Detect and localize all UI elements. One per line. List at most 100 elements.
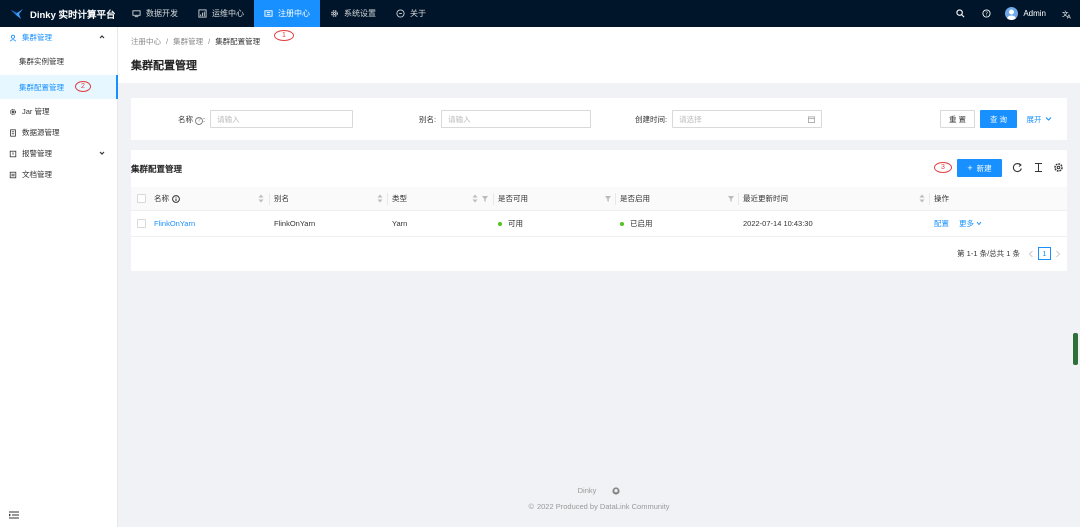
gear-icon (331, 10, 338, 17)
enabled-status: 已启用 (620, 211, 653, 236)
expand-toggle[interactable]: 展开 (1023, 110, 1055, 128)
available-status: 可用 (498, 211, 523, 236)
row-checkbox[interactable] (137, 219, 146, 228)
footer-brand[interactable]: Dinky (578, 486, 597, 495)
column-header-type: 类型 (392, 194, 407, 203)
info-icon (396, 9, 405, 18)
pagination: 第 1-1 条/总共 1 条 1 (957, 247, 1061, 260)
created-time-picker[interactable]: 请选择 (672, 110, 823, 128)
sidebar-item-label: 集群管理 (22, 33, 52, 42)
top-navigation-bar: Dinky 实时计算平台 数据开发 运维中心 注册中心 系统设置 关于 ? Ad… (0, 0, 1080, 27)
cluster-config-table-card: 集群配置管理 3 + 新建 名称 别名 类型 是否可用 是否启用 最近更新时间 … (131, 150, 1067, 271)
setting-icon[interactable] (1053, 162, 1064, 173)
sidebar-item-label: 集群实例管理 (19, 57, 64, 66)
table-header: 名称 别名 类型 是否可用 是否启用 最近更新时间 操作 (131, 187, 1067, 211)
footer: Dinky © 2022 Produced by DataLink Commun… (118, 480, 1080, 520)
question-circle-icon[interactable]: ? (195, 116, 203, 125)
name-input[interactable]: 请输入 (210, 110, 354, 128)
chevron-down-icon (976, 221, 982, 226)
page-scrollbar[interactable] (1073, 333, 1078, 365)
column-height-icon[interactable] (1033, 162, 1044, 173)
sidebar-item-datasource[interactable]: 数据源管理 (0, 122, 117, 143)
sidebar-item-label: 报警管理 (22, 149, 52, 158)
sidebar-item-alarm[interactable]: 报警管理 (0, 143, 117, 164)
filter-icon[interactable] (605, 196, 611, 202)
user-avatar-icon (1007, 9, 1017, 20)
chevron-left-icon[interactable] (1028, 250, 1034, 258)
alarm-icon (9, 150, 17, 157)
new-button-label: 新建 (976, 163, 992, 173)
new-button[interactable]: + 新建 (957, 159, 1002, 177)
sidebar-item-cluster-config[interactable]: 集群配置管理 2 (0, 75, 118, 99)
name-label: 名称?: (178, 114, 206, 125)
breadcrumb-item[interactable]: 集群管理 (173, 37, 203, 46)
query-button[interactable]: 查 询 (980, 110, 1017, 128)
column-header-updated: 最近更新时间 (743, 194, 788, 203)
main-nav: 数据开发 运维中心 注册中心 系统设置 关于 (122, 0, 436, 27)
cluster-name-link[interactable]: FlinkOnYarn (154, 211, 195, 236)
column-header-available: 是否可用 (498, 194, 528, 203)
filter-icon[interactable] (728, 196, 734, 202)
gear-icon (10, 108, 16, 115)
chevron-right-icon[interactable] (1055, 250, 1061, 258)
document-icon (9, 171, 17, 178)
pagination-summary: 第 1-1 条/总共 1 条 (957, 249, 1020, 258)
updated-time: 2022-07-14 10:43:30 (743, 219, 813, 228)
sidebar-item-cluster-management[interactable]: 集群管理 (0, 27, 117, 48)
select-all-checkbox[interactable] (137, 194, 146, 203)
config-action-link[interactable]: 配置 (934, 211, 949, 236)
sidebar-item-cluster-instance[interactable]: 集群实例管理 (0, 51, 117, 72)
sidebar-item-docs[interactable]: 文档管理 (0, 164, 117, 185)
nav-item-ops-center[interactable]: 运维中心 (188, 0, 254, 27)
user-menu[interactable]: Admin (1005, 7, 1046, 20)
language-switch-button[interactable]: 文A (1054, 0, 1080, 27)
sort-icon[interactable] (919, 194, 925, 203)
nav-item-label: 运维中心 (212, 9, 244, 18)
calendar-icon (808, 116, 816, 123)
alias-field: 别名: 请输入 (419, 110, 592, 128)
breadcrumb-item[interactable]: 注册中心 (131, 37, 161, 46)
copyright-icon: © (528, 502, 534, 511)
sidebar-item-label: 文档管理 (22, 170, 52, 179)
sort-icon[interactable] (377, 194, 383, 203)
nav-item-data-development[interactable]: 数据开发 (122, 0, 188, 27)
plus-icon: + (967, 163, 973, 173)
help-button[interactable]: ? (973, 0, 999, 27)
page-number-current[interactable]: 1 (1038, 247, 1051, 260)
table-row: FlinkOnYarn FlinkOnYarn Yarn 可用 已启用 2022… (131, 211, 1067, 237)
annotation-mark-3: 3 (934, 162, 952, 173)
nav-item-label: 数据开发 (146, 9, 178, 18)
created-time-field: 创建时间: 请选择 (635, 110, 823, 128)
breadcrumb: 注册中心 / 集群管理 / 集群配置管理 (131, 37, 261, 46)
sort-icon[interactable] (472, 194, 478, 203)
nav-item-about[interactable]: 关于 (386, 0, 436, 27)
page-title: 集群配置管理 (131, 60, 197, 72)
reset-button[interactable]: 重 置 (940, 110, 975, 128)
alias-input[interactable]: 请输入 (441, 110, 592, 128)
cluster-type: Yarn (392, 219, 408, 228)
search-button[interactable] (947, 0, 973, 27)
more-actions-dropdown[interactable]: 更多 (959, 211, 982, 236)
nav-item-label: 关于 (410, 9, 426, 18)
cluster-icon (9, 34, 17, 41)
logo[interactable]: Dinky 实时计算平台 (0, 0, 122, 27)
monitor-icon (132, 10, 141, 18)
svg-text:?: ? (985, 12, 988, 18)
created-time-placeholder: 请选择 (679, 114, 702, 124)
column-header-name[interactable]: 名称 (154, 187, 180, 210)
table-title: 集群配置管理 (131, 164, 183, 174)
reload-icon[interactable] (1012, 162, 1023, 173)
sort-icon[interactable] (258, 194, 264, 203)
registry-icon (264, 10, 273, 17)
nav-item-system-settings[interactable]: 系统设置 (320, 0, 386, 27)
search-form: 名称?: 请输入 别名: 请输入 创建时间: 请选择 重 置 查 询 展开 (131, 98, 1067, 140)
dinky-logo-icon (11, 8, 23, 19)
github-icon[interactable] (612, 486, 620, 495)
translate-icon: 文A (1062, 9, 1071, 19)
nav-item-registry-center[interactable]: 注册中心 (254, 0, 320, 27)
filter-icon[interactable] (482, 196, 488, 202)
info-circle-icon (172, 194, 180, 203)
annotation-mark-1: 1 (274, 30, 294, 41)
sidebar-item-jar[interactable]: Jar 管理 (0, 101, 117, 122)
menu-collapse-icon[interactable] (9, 511, 19, 519)
